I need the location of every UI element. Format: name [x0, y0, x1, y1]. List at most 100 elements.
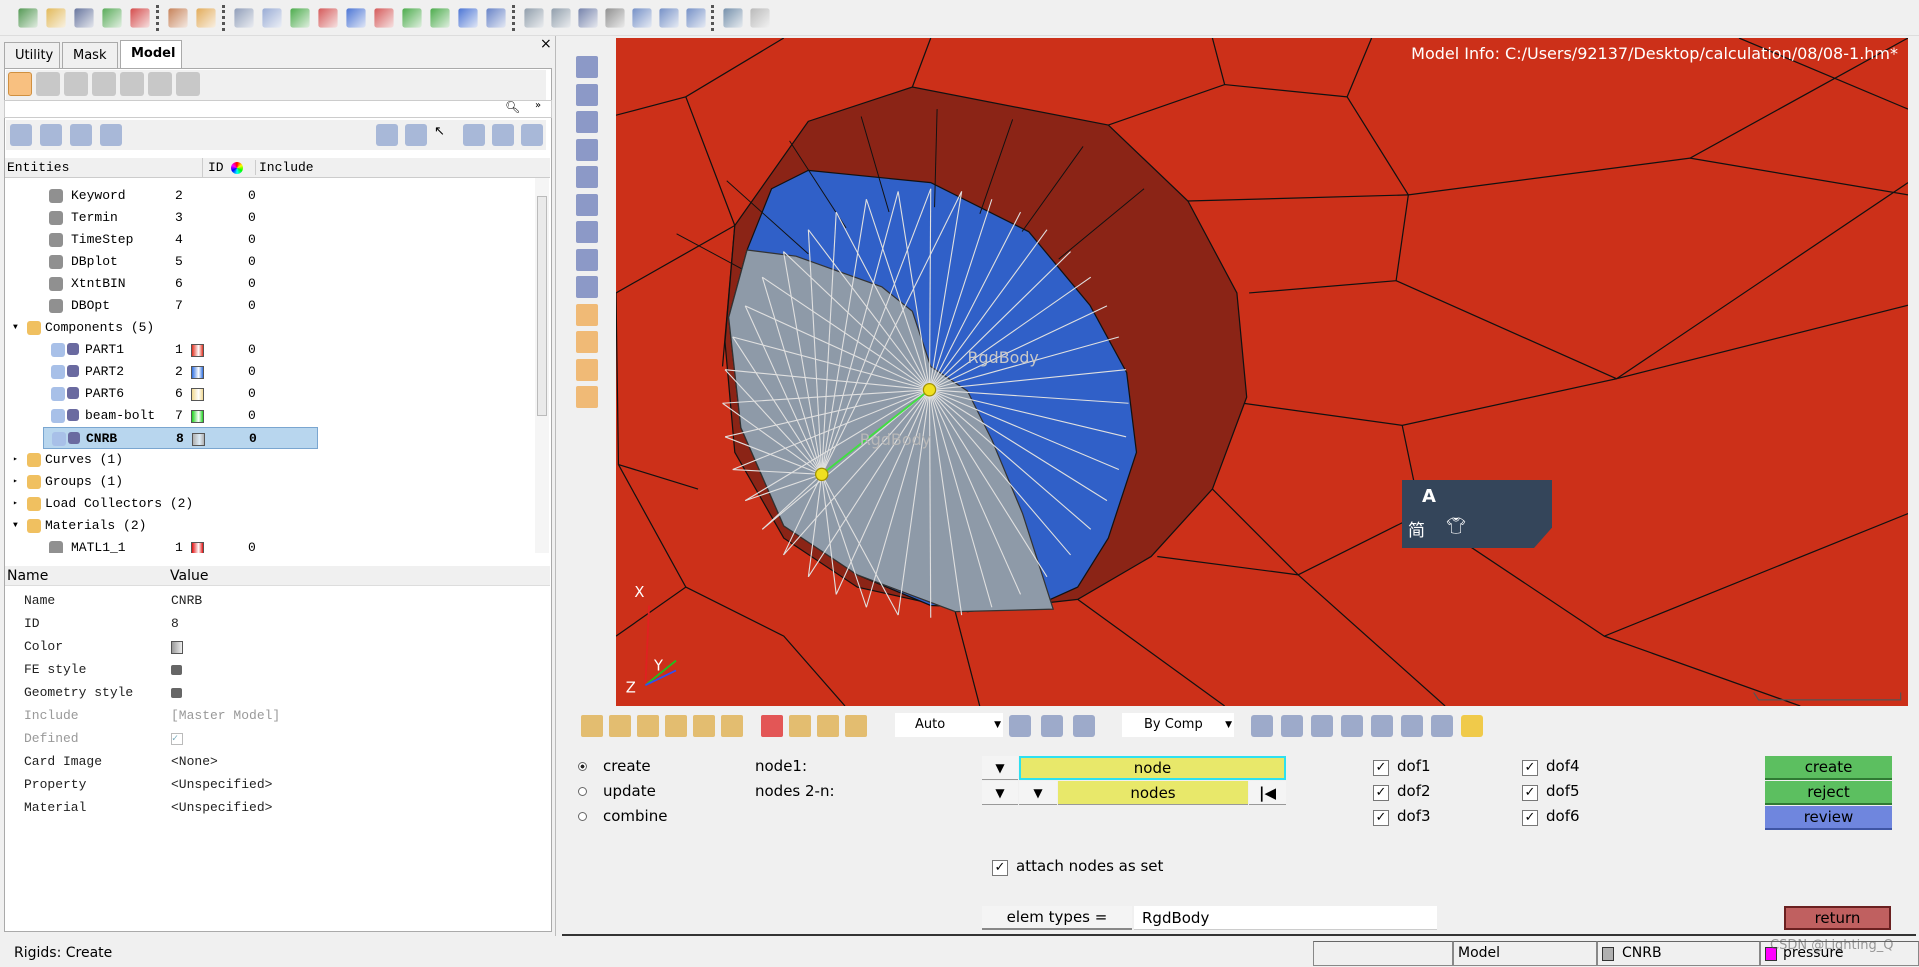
dof4-checkbox[interactable]: ✓: [1522, 760, 1538, 776]
expand-icon[interactable]: »: [535, 100, 541, 111]
open-model-icon[interactable]: [46, 8, 66, 28]
expand-icon[interactable]: ▸: [13, 449, 18, 471]
numbers-icon[interactable]: [576, 248, 598, 271]
user-profile-icon[interactable]: [168, 8, 188, 28]
tree-item[interactable]: ▸ Load Collectors (2): [13, 493, 315, 515]
undo-icon[interactable]: [723, 8, 743, 28]
geometry-mode-icon[interactable]: [1009, 715, 1031, 737]
model-view-icon[interactable]: [8, 72, 32, 96]
dof1-label[interactable]: dof1: [1397, 757, 1431, 775]
elem-types-field[interactable]: RgdBody: [1134, 906, 1437, 930]
nodes-filter-dropdown[interactable]: ▼: [1019, 781, 1057, 805]
view-yz-left-icon[interactable]: [430, 8, 450, 28]
fit-vertical-icon[interactable]: [659, 8, 679, 28]
hide-icon[interactable]: [789, 715, 811, 737]
component-display-icon[interactable]: [51, 387, 65, 401]
tree-item[interactable]: PART6 6 0: [13, 383, 315, 405]
line-icon[interactable]: [1311, 715, 1333, 737]
select-cursor-icon[interactable]: ↖: [434, 124, 456, 146]
tab-mask[interactable]: Mask: [62, 42, 118, 68]
collapse-icon[interactable]: ▼: [13, 515, 18, 537]
component-filter-icon[interactable]: [376, 124, 398, 146]
tree-item[interactable]: PART2 2 0: [13, 361, 315, 383]
translate-icon[interactable]: [576, 386, 598, 408]
mesh-shrink-icon[interactable]: [576, 111, 598, 133]
tag-icon[interactable]: [576, 303, 598, 326]
geometry-style-icon[interactable]: [171, 688, 182, 698]
dof5-checkbox[interactable]: ✓: [1522, 785, 1538, 801]
mode-combine-label[interactable]: combine: [603, 807, 667, 825]
mode-combine-radio[interactable]: [578, 812, 587, 821]
organize-icon[interactable]: [576, 358, 598, 381]
properties-view-icon[interactable]: [120, 72, 144, 96]
dof2-checkbox[interactable]: ✓: [1373, 785, 1389, 801]
component-display-icon[interactable]: [51, 343, 65, 357]
color-swatch[interactable]: [191, 388, 204, 401]
search-icon[interactable]: 🔍︎: [505, 100, 520, 114]
mode-create-radio[interactable]: [578, 762, 587, 771]
entity-search-input[interactable]: [5, 101, 495, 117]
dof3-label[interactable]: dof3: [1397, 807, 1431, 825]
tree-item[interactable]: TimeStep 4 0: [13, 229, 315, 251]
monitor-icon[interactable]: [1431, 715, 1453, 737]
tree-item[interactable]: XtntBIN 6 0: [13, 273, 315, 295]
wireframe-icon[interactable]: [1251, 715, 1273, 737]
prop-value[interactable]: [Master Model]: [171, 705, 280, 727]
auto-select-dropdown[interactable]: Auto ▼: [895, 713, 1003, 737]
dof4-label[interactable]: dof4: [1546, 757, 1580, 775]
dof2-label[interactable]: dof2: [1397, 782, 1431, 800]
tree-item[interactable]: ▼ Components (5): [13, 317, 315, 339]
zoom-out-icon[interactable]: [551, 8, 571, 28]
node1-selector-dropdown[interactable]: ▼: [982, 756, 1018, 780]
prop-value[interactable]: <Unspecified>: [171, 774, 272, 796]
status-component[interactable]: CNRB: [1597, 941, 1760, 966]
dof3-checkbox[interactable]: ✓: [1373, 810, 1389, 826]
prop-value[interactable]: CNRB: [171, 590, 202, 612]
close-panel-icon[interactable]: ×: [540, 36, 552, 52]
graphics-viewport[interactable]: RgdBody RgdBody X Y Z Model Info: C:/Users/9…: [616, 38, 1908, 706]
connectors-view-icon[interactable]: [36, 72, 60, 96]
skin-icon[interactable]: 👕︎: [1446, 516, 1466, 535]
zoom-window-icon[interactable]: [234, 8, 254, 28]
component-display-icon[interactable]: [51, 365, 65, 379]
view-loads-icon[interactable]: [693, 715, 715, 737]
return-button[interactable]: return: [1784, 906, 1891, 930]
components-view-icon[interactable]: [64, 72, 88, 96]
reset-selection-button[interactable]: |◀: [1249, 781, 1286, 805]
dof1-checkbox[interactable]: ✓: [1373, 760, 1389, 776]
color-swatch[interactable]: [171, 641, 183, 654]
elem-types-button[interactable]: elem types =: [982, 906, 1132, 930]
scroll-thumb[interactable]: [537, 196, 547, 416]
show-all-icon[interactable]: [70, 124, 92, 146]
mesh-lines-icon[interactable]: [576, 138, 598, 161]
show-only-one-icon[interactable]: [521, 124, 543, 146]
attach-nodes-label[interactable]: attach nodes as set: [1016, 857, 1163, 875]
color-swatch[interactable]: [191, 344, 204, 357]
prop-value[interactable]: 8: [171, 613, 179, 635]
view-models-icon[interactable]: [609, 715, 631, 737]
find-icon[interactable]: [576, 221, 598, 243]
materials-view-icon[interactable]: [92, 72, 116, 96]
display-filter-icon[interactable]: [405, 124, 427, 146]
component-display-icon[interactable]: [52, 432, 66, 446]
assemblies-view-icon[interactable]: [148, 72, 172, 96]
node1-field[interactable]: node: [1019, 756, 1286, 780]
mesh-density-icon[interactable]: [576, 56, 598, 78]
save-model-icon[interactable]: [74, 8, 94, 28]
tree-scrollbar[interactable]: [535, 178, 549, 553]
toggle-display-icon[interactable]: [492, 124, 514, 146]
tab-model[interactable]: Model: [120, 40, 182, 68]
dof5-label[interactable]: dof5: [1546, 782, 1580, 800]
spin-icon[interactable]: [686, 8, 706, 28]
color-palette-icon[interactable]: [196, 8, 216, 28]
rotate-icon[interactable]: [605, 8, 625, 28]
element-edges-icon[interactable]: [1341, 715, 1363, 737]
shaded-elements-icon[interactable]: [1281, 715, 1303, 737]
highlight-icon[interactable]: [463, 124, 485, 146]
collapse-icon[interactable]: ▼: [13, 317, 18, 339]
model-view[interactable]: RgdBody RgdBody X YZ: [616, 38, 1908, 706]
solid-mode-icon[interactable]: [1073, 715, 1095, 737]
dof6-label[interactable]: dof6: [1546, 807, 1580, 825]
tree-item[interactable]: Termin 3 0: [13, 207, 315, 229]
delete-icon[interactable]: [761, 715, 783, 737]
